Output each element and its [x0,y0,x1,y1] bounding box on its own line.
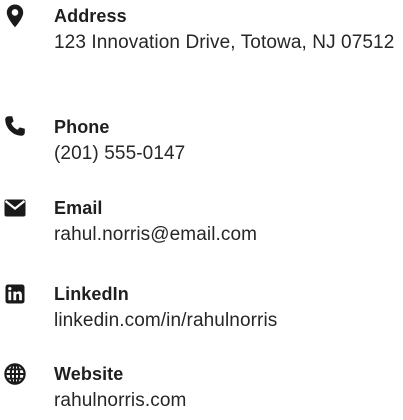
email-value: rahul.norris@email.com [54,224,258,245]
linkedin-value: linkedin.com/in/rahulnorris [54,310,278,331]
phone-label: Phone [54,117,110,137]
contact-text-phone: Phone (201) 555-0147 [54,114,399,167]
contact-list: Address 123 Innovation Drive, Totowa, NJ… [0,0,403,420]
globe-icon [2,362,28,388]
website-label: Website [54,364,124,384]
contact-text-address: Address 123 Innovation Drive, Totowa, NJ… [54,3,399,56]
website-value: rahulnorris.com [54,390,187,411]
contact-text-linkedin: LinkedIn linkedin.com/in/rahulnorris [54,281,399,334]
linkedin-label: LinkedIn [54,284,129,304]
contact-text-email: Email rahul.norris@email.com [54,195,399,248]
linkedin-icon [2,282,28,308]
map-pin-icon [2,4,28,30]
address-value: 123 Innovation Drive, Totowa, NJ 07512 [54,32,395,53]
contact-text-website: Website rahulnorris.com [54,361,399,414]
envelope-icon [2,196,28,222]
phone-icon [2,115,28,141]
address-label: Address [54,6,127,26]
phone-value: (201) 555-0147 [54,143,186,164]
email-label: Email [54,198,103,218]
